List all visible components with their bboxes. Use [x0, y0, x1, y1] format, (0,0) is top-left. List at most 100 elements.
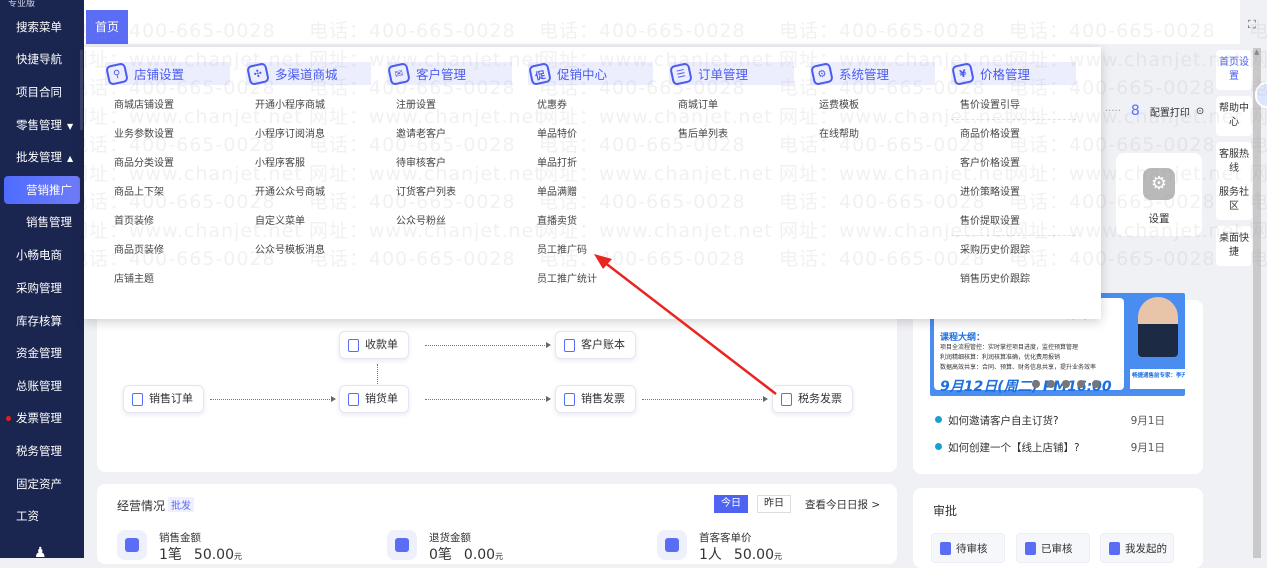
menu-item[interactable]: 小程序订阅消息: [246, 120, 371, 149]
approved-button[interactable]: 已审核: [1016, 533, 1090, 563]
menu-item[interactable]: 商品价格设置: [951, 120, 1076, 149]
today-button[interactable]: 今日: [714, 495, 748, 513]
sidebar-item[interactable]: 小畅电商: [0, 241, 84, 269]
flow-connector: [425, 342, 551, 348]
chevron-icon[interactable]: ▲: [67, 154, 73, 163]
stat-value: 0笔 0.00 元: [429, 544, 503, 564]
daily-report-link[interactable]: 查看今日日报 >: [805, 497, 880, 512]
sidebar-item[interactable]: 采购管理: [0, 274, 84, 302]
flow-node-receipt[interactable]: 收款单: [339, 331, 409, 359]
delivery-icon: [348, 392, 359, 406]
menu-item[interactable]: 客户价格设置: [951, 149, 1076, 178]
flow-node-delivery[interactable]: 销货单: [339, 385, 409, 413]
speaker-photo: [1138, 297, 1178, 357]
sidebar-item[interactable]: 零售管理 ▼: [0, 111, 84, 139]
yesterday-button[interactable]: 昨日: [757, 495, 791, 513]
sidebar-item[interactable]: 税务管理: [0, 437, 84, 465]
sidebar-item[interactable]: 固定资产: [0, 470, 84, 498]
menu-item[interactable]: 销售历史价跟踪: [951, 265, 1076, 294]
menu-item[interactable]: 首页装修: [105, 207, 230, 236]
menu-item[interactable]: 员工推广统计: [528, 265, 653, 294]
price-management-icon: ¥: [951, 61, 975, 86]
right-nav-item[interactable]: 服务社区: [1216, 180, 1252, 220]
page-scrollbar[interactable]: [1253, 48, 1261, 558]
flow-node-sales-invoice[interactable]: 销售发票: [555, 385, 636, 413]
flow-node-customer-ledger[interactable]: 客户账本: [555, 331, 636, 359]
tab-home[interactable]: 首页: [86, 10, 128, 44]
chevron-icon[interactable]: ▼: [67, 122, 73, 131]
flow-label: 销货单: [365, 392, 398, 405]
menu-item[interactable]: 店铺主题: [105, 265, 230, 294]
menu-item[interactable]: 售后单列表: [669, 120, 794, 149]
menu-item[interactable]: 商城订单: [669, 91, 794, 120]
carousel-dot[interactable]: [1032, 380, 1040, 388]
menu-column: 促促销中心 优惠券 单品特价 单品打折 单品满赠 直播卖货 员工推广码 员工推广统计: [528, 61, 653, 294]
right-nav-item[interactable]: 客服热线: [1216, 142, 1252, 182]
sidebar-item[interactable]: 批发管理 ▲: [0, 143, 84, 171]
my-initiated-button[interactable]: 我发起的: [1100, 533, 1174, 563]
menu-item[interactable]: 注册设置: [387, 91, 512, 120]
menu-item[interactable]: 公众号粉丝: [387, 207, 512, 236]
sidebar-item[interactable]: 营销推广: [4, 176, 80, 204]
stat-value: 1笔 50.00 元: [159, 544, 242, 564]
menu-item[interactable]: 待审核客户: [387, 149, 512, 178]
carousel-dot[interactable]: [1062, 380, 1070, 388]
fullscreen-icon[interactable]: ⛶: [1248, 18, 1256, 32]
menu-item[interactable]: 售价提取设置: [951, 207, 1076, 236]
user-icon[interactable]: ♟: [34, 545, 47, 561]
carousel-dot[interactable]: [1092, 380, 1100, 388]
menu-item[interactable]: 业务参数设置: [105, 120, 230, 149]
menu-item[interactable]: 商品页装修: [105, 236, 230, 265]
menu-item[interactable]: 商城店铺设置: [105, 91, 230, 120]
right-nav-item[interactable]: 桌面快捷: [1216, 226, 1252, 266]
carousel-dot[interactable]: [1077, 380, 1085, 388]
sidebar-item[interactable]: 搜索菜单: [0, 13, 84, 41]
menu-item[interactable]: 邀请老客户: [387, 120, 512, 149]
menu-column-title: 店铺设置: [134, 67, 185, 82]
scroll-up-icon[interactable]: ▲: [1254, 48, 1259, 56]
sidebar-item[interactable]: 资金管理: [0, 339, 84, 367]
news-item[interactable]: 如何邀请客户自主订货? 9月1日: [935, 413, 1165, 428]
menu-item[interactable]: 直播卖货: [528, 207, 653, 236]
menu-item[interactable]: 小程序客服: [246, 149, 371, 178]
menu-item[interactable]: 售价设置引导: [951, 91, 1076, 120]
menu-item[interactable]: 优惠券: [528, 91, 653, 120]
menu-item[interactable]: 自定义菜单: [246, 207, 371, 236]
sidebar-scrollbar[interactable]: [80, 50, 83, 130]
flow-node-sales-order[interactable]: 销售订单: [123, 385, 204, 413]
sidebar-item[interactable]: 项目合同: [0, 78, 84, 106]
news-item[interactable]: 如何创建一个【线上店铺】? 9月1日: [935, 440, 1165, 455]
menu-item[interactable]: 在线帮助: [810, 120, 935, 149]
menu-item[interactable]: 商品分类设置: [105, 149, 230, 178]
carousel-dot[interactable]: [1047, 380, 1055, 388]
config-print-step[interactable]: ····· 8 配置打印 ⊙: [1105, 103, 1204, 119]
system-management-icon: ⚙: [810, 61, 834, 86]
menu-item[interactable]: 开通公众号商城: [246, 178, 371, 207]
sidebar-item[interactable]: 发票管理: [0, 404, 84, 432]
flow-node-tax-invoice[interactable]: 税务发票: [772, 385, 853, 413]
promo-expert: 畅捷通售前专家：李开振: [1130, 369, 1185, 389]
menu-item[interactable]: 员工推广码: [528, 236, 653, 265]
sidebar-item[interactable]: 工资: [0, 502, 84, 530]
sidebar-item[interactable]: 快捷导航: [0, 45, 84, 73]
menu-item[interactable]: 开通小程序商城: [246, 91, 371, 120]
sidebar-item-label: 固定资产: [16, 477, 62, 491]
menu-item[interactable]: 单品打折: [528, 149, 653, 178]
right-nav-item[interactable]: 首页设置: [1216, 50, 1252, 90]
menu-item[interactable]: 采购历史价跟踪: [951, 236, 1076, 265]
right-nav-item[interactable]: 帮助中心: [1216, 96, 1252, 136]
menu-column: ⚲ 店铺设置 商城店铺设置 业务参数设置 商品分类设置 商品上下架 首页装修 商品页装修 店铺主…: [105, 61, 230, 294]
menu-item[interactable]: 公众号模板消息: [246, 236, 371, 265]
menu-item[interactable]: 单品特价: [528, 120, 653, 149]
menu-item[interactable]: 商品上下架: [105, 178, 230, 207]
pending-approval-button[interactable]: 待审核: [931, 533, 1005, 563]
settings-card[interactable]: ⚙ 设置: [1116, 153, 1202, 236]
sidebar-item[interactable]: 销售管理: [0, 208, 84, 236]
menu-item[interactable]: 订货客户列表: [387, 178, 512, 207]
menu-item[interactable]: 运费模板: [810, 91, 935, 120]
menu-item[interactable]: 单品满赠: [528, 178, 653, 207]
stat-icon: [387, 530, 417, 560]
sidebar-item[interactable]: 总账管理: [0, 372, 84, 400]
menu-item[interactable]: 进价策略设置: [951, 178, 1076, 207]
sidebar-item[interactable]: 库存核算: [0, 307, 84, 335]
